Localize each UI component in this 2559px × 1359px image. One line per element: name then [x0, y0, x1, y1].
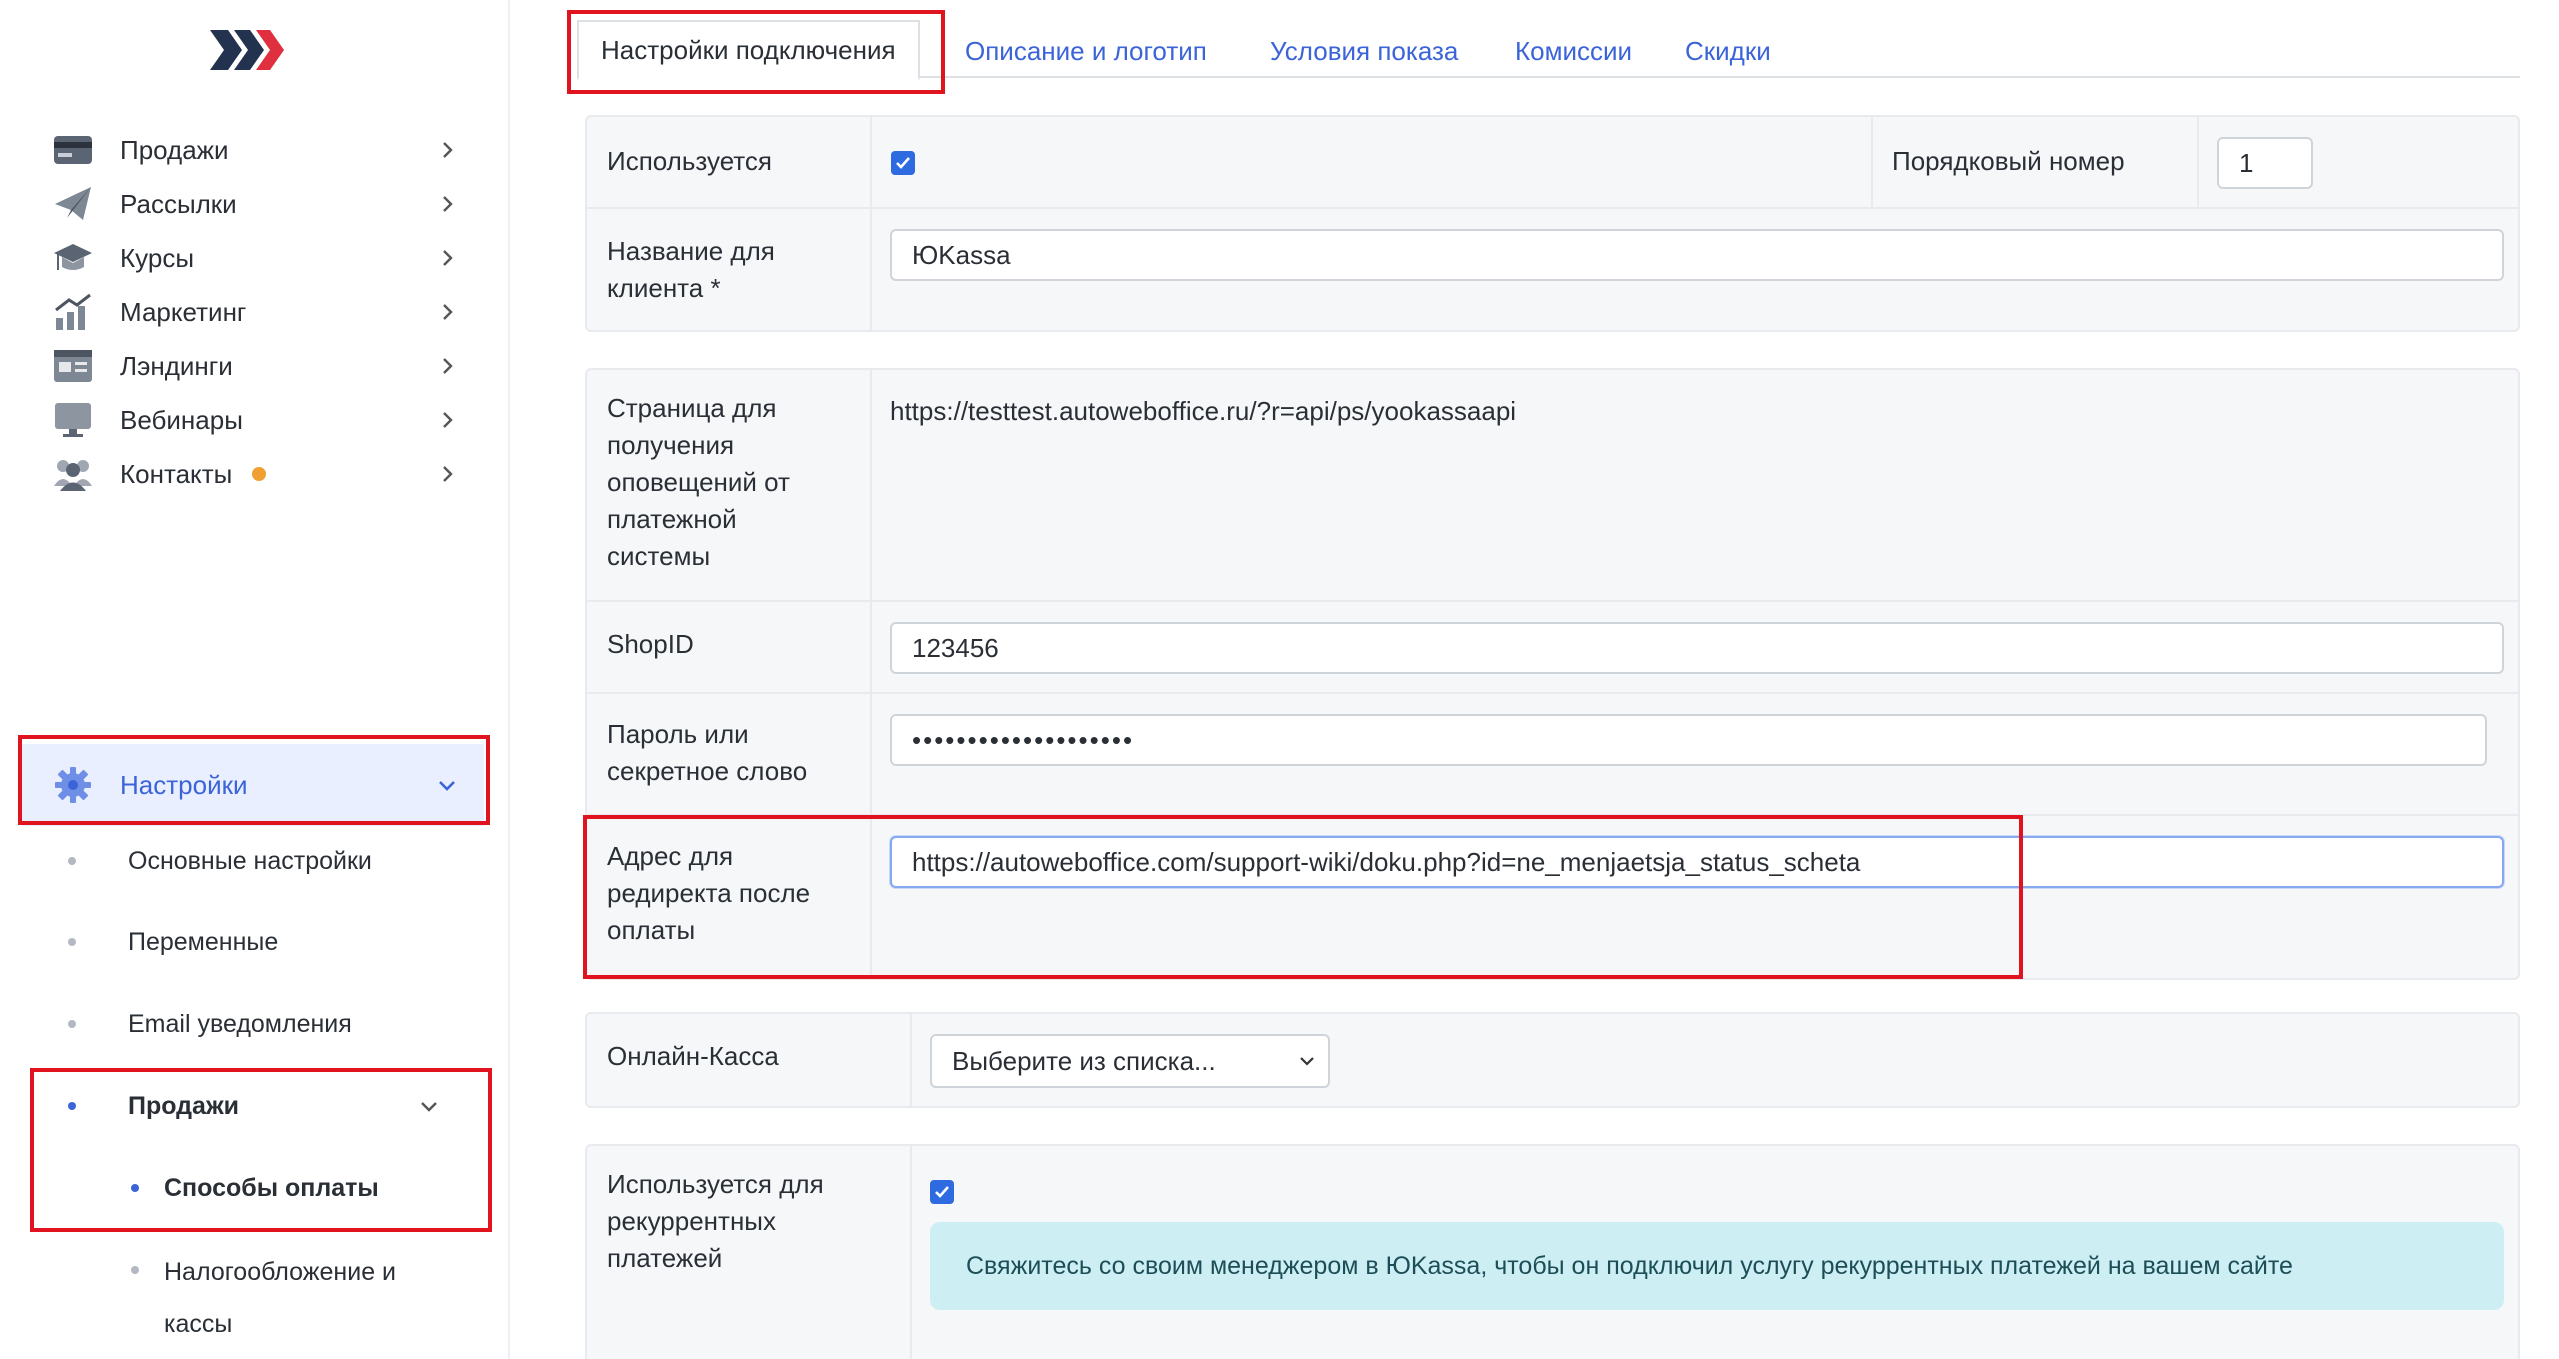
order-number-input[interactable]: 1	[2217, 137, 2313, 189]
people-icon	[52, 453, 94, 495]
notify-page-label: Страница для получения оповещений от пла…	[607, 393, 790, 571]
tab-bar: Настройки подключения Описание и логотип…	[577, 10, 2520, 80]
notify-page-url[interactable]: https://testtest.autoweboffice.ru/?r=api…	[890, 396, 1516, 427]
check-icon	[896, 157, 910, 169]
chevron-right-icon	[430, 403, 464, 437]
bullet-icon	[68, 938, 76, 946]
recurrent-info-alert: Свяжитесь со своим менеджером в ЮKassa, …	[930, 1222, 2504, 1310]
used-label: Используется	[607, 146, 773, 176]
sidebar-item-label: Курсы	[120, 242, 195, 273]
sidebar-item-label: Контакты	[120, 458, 233, 489]
sidebar-subitem-basic-settings[interactable]: Основные настройки	[0, 831, 500, 891]
sidebar-item-settings[interactable]: Настройки	[22, 744, 484, 826]
chevron-down-icon	[430, 768, 464, 802]
check-icon	[935, 1186, 949, 1198]
chevron-down-icon	[418, 1095, 440, 1122]
sidebar-item-label: Настройки	[120, 769, 248, 800]
sidebar-subitem-taxation[interactable]: Налогообложение и кассы	[0, 1240, 500, 1340]
chevron-right-icon	[430, 241, 464, 275]
chevron-right-icon	[430, 349, 464, 383]
tab-description-logo[interactable]: Описание и логотип	[965, 24, 1207, 78]
bullet-icon	[68, 857, 76, 865]
password-label: Пароль или секретное слово	[607, 719, 808, 786]
panel-basic: Используется Порядковый номер 1 Название…	[585, 115, 2520, 332]
sidebar-item-contacts[interactable]: Контакты	[0, 433, 510, 515]
sidebar-item-label: Рассылки	[120, 188, 237, 219]
form-row-client-name: Название для клиента * ЮKassa	[587, 209, 2518, 330]
form-row-shopid: ShopID 123456	[587, 602, 2518, 694]
sidebar: Продажи Рассылки Курсы Маркетинг Лэндинг…	[0, 0, 510, 1359]
notification-dot	[252, 467, 266, 481]
sidebar-item-label: Лэндинги	[120, 350, 233, 381]
sidebar-subitem-payment-methods[interactable]: Способы оплаты	[0, 1158, 500, 1218]
panel-recurrent: Используется для рекуррентных платежей С…	[585, 1144, 2520, 1359]
sidebar-item-label: Маркетинг	[120, 296, 247, 327]
form-row-password: Пароль или секретное слово •••••••••••••…	[587, 694, 2518, 816]
form-row-notify-page: Страница для получения оповещений от пла…	[587, 370, 2518, 602]
chevron-down-icon	[1300, 1057, 1314, 1066]
redirect-url-input[interactable]: https://autoweboffice.com/support-wiki/d…	[890, 836, 2504, 888]
sidebar-item-label: Продажи	[120, 134, 229, 165]
sidebar-subitem-variables[interactable]: Переменные	[0, 912, 500, 972]
tab-discounts[interactable]: Скидки	[1685, 24, 1771, 78]
shopid-label: ShopID	[607, 629, 694, 659]
form-row-used: Используется Порядковый номер 1	[587, 117, 2518, 209]
used-checkbox[interactable]	[891, 151, 915, 175]
form-row-redirect: Адрес для редиректа после оплаты https:/…	[587, 816, 2518, 978]
bullet-icon	[68, 1102, 76, 1110]
chevron-right-icon	[430, 187, 464, 221]
bullet-icon	[131, 1184, 139, 1192]
chevron-right-icon	[430, 457, 464, 491]
panel-connection: Страница для получения оповещений от пла…	[585, 368, 2520, 980]
bullet-icon	[131, 1266, 139, 1274]
client-name-input[interactable]: ЮKassa	[890, 229, 2504, 281]
online-kassa-select[interactable]: Выберите из списка...	[930, 1034, 1330, 1088]
sidebar-subitem-sales[interactable]: Продажи	[0, 1076, 500, 1136]
tab-connection-settings[interactable]: Настройки подключения	[577, 20, 920, 80]
sidebar-item-label: Вебинары	[120, 404, 243, 435]
logo-icon[interactable]	[200, 22, 290, 78]
bullet-icon	[68, 1020, 76, 1028]
tab-display-conditions[interactable]: Условия показа	[1270, 24, 1458, 78]
chevron-right-icon	[430, 133, 464, 167]
panel-online-kassa: Онлайн-Касса Выберите из списка...	[585, 1012, 2520, 1108]
online-kassa-selected: Выберите из списка...	[952, 1046, 1216, 1076]
chevron-right-icon	[430, 295, 464, 329]
shopid-input[interactable]: 123456	[890, 622, 2504, 674]
redirect-label: Адрес для редиректа после оплаты	[607, 841, 811, 945]
password-input[interactable]: ••••••••••••••••••••	[890, 714, 2487, 766]
online-kassa-label: Онлайн-Касса	[607, 1041, 779, 1071]
sidebar-subitem-email-notifications[interactable]: Email уведомления	[0, 994, 500, 1054]
recurrent-label: Используется для рекуррентных платежей	[607, 1169, 824, 1273]
tab-commissions[interactable]: Комиссии	[1515, 24, 1632, 78]
gear-icon	[52, 764, 94, 806]
order-number-label: Порядковый номер	[1892, 146, 2125, 176]
recurrent-checkbox[interactable]	[930, 1180, 954, 1204]
client-name-label: Название для клиента *	[607, 236, 775, 303]
